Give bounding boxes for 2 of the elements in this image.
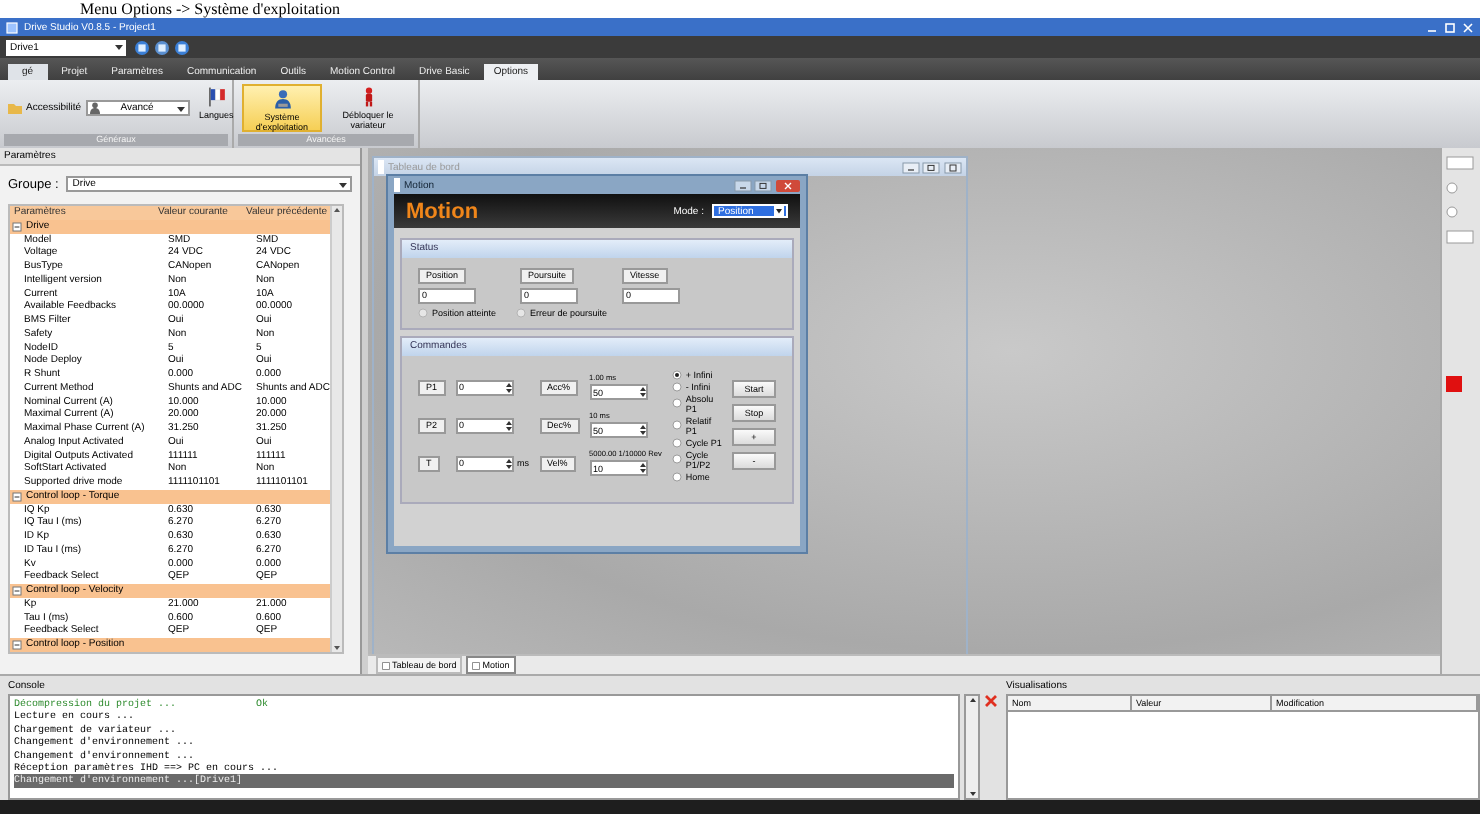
motion-heading: Motion xyxy=(406,199,481,223)
caption-text: Menu Options -> Système d'exploitation xyxy=(0,0,1480,18)
